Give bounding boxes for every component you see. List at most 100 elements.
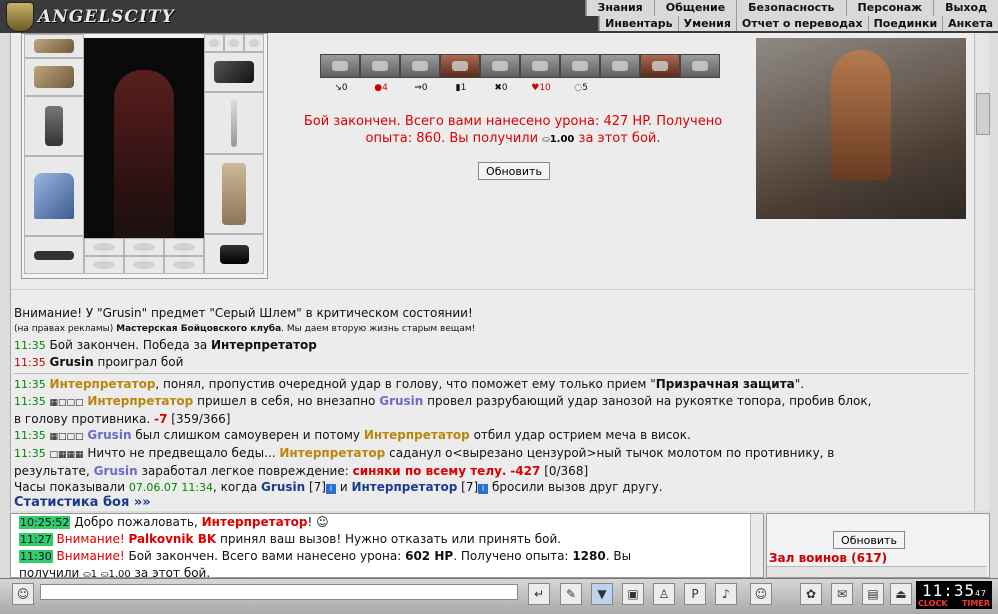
slot-empty-5[interactable]: [124, 256, 164, 274]
hero-figure: [84, 38, 204, 270]
stat-icon: [692, 61, 708, 71]
private-icon[interactable]: P: [684, 583, 706, 605]
slot-belt[interactable]: [24, 236, 84, 274]
ring-icon: [248, 38, 260, 48]
person-icon[interactable]: ♙: [653, 583, 675, 605]
stat-slot[interactable]: [400, 54, 440, 78]
slot-armor[interactable]: [24, 156, 84, 236]
log-line: в голову противника. -7 [359/366]: [14, 412, 231, 426]
chat-input[interactable]: [40, 584, 518, 600]
slot-gloves[interactable]: [204, 52, 264, 92]
stat-icon: [372, 61, 388, 71]
stat-slot[interactable]: [600, 54, 640, 78]
stat-slot[interactable]: [480, 54, 520, 78]
stat-slot[interactable]: [320, 54, 360, 78]
room-scrollbar[interactable]: [767, 566, 987, 577]
eraser-icon[interactable]: ✎: [560, 583, 582, 605]
count-5: ✖0: [494, 83, 508, 93]
stat-slot[interactable]: [360, 54, 400, 78]
send-icon[interactable]: ↵: [528, 583, 550, 605]
main-scrollbar[interactable]: [974, 33, 990, 511]
nav-exit[interactable]: Выход: [933, 0, 998, 16]
bag-icon[interactable]: ✿: [800, 583, 822, 605]
opponent-portrait: [756, 38, 966, 219]
slot-ring-1[interactable]: [204, 34, 224, 52]
info-icon[interactable]: i: [325, 484, 336, 494]
chat-scrollbar[interactable]: [750, 514, 763, 577]
battle-stats-link[interactable]: Статистика боя »»: [14, 495, 151, 510]
scroll-thumb[interactable]: [976, 93, 990, 135]
stat-slot[interactable]: [560, 54, 600, 78]
slot-pants[interactable]: [204, 154, 264, 234]
lock-icon[interactable]: ▤: [862, 583, 884, 605]
stat-icon: [652, 61, 668, 71]
count-1: ↘0: [334, 83, 348, 93]
slot-empty-3[interactable]: [164, 238, 204, 256]
hit-zone-icon: ▦□□□: [49, 432, 84, 442]
chat-line: 10:25:52 Добро пожаловать, Интерпретатор…: [19, 515, 329, 529]
chat-line: 11:30 Внимание! Бой закончен. Всего вами…: [19, 549, 632, 563]
chainmail-icon: [33, 172, 75, 220]
smiles-icon[interactable]: ☺: [750, 583, 772, 605]
empty-slot-icon: [172, 260, 196, 270]
slot-ring-3[interactable]: [244, 34, 264, 52]
slot-helmet[interactable]: [24, 34, 84, 58]
clock-time: 11:3547: [922, 581, 987, 600]
app-name: ANGELSCITY: [38, 7, 175, 27]
slot-empty-4[interactable]: [84, 256, 124, 274]
slot-bracers[interactable]: [24, 58, 84, 96]
slot-boots[interactable]: [204, 234, 264, 274]
nav-profile[interactable]: Анкета: [942, 16, 998, 31]
nav-skills[interactable]: Умения: [677, 16, 736, 31]
nav-duels[interactable]: Поединки: [867, 16, 943, 31]
stat-slot[interactable]: [680, 54, 720, 78]
divider: [11, 289, 975, 290]
nav-inventory[interactable]: Инвентарь: [599, 16, 677, 31]
log-line: Часы показывали 07.06.07 11:34, когда Gr…: [14, 480, 663, 494]
ring-icon: [228, 38, 240, 48]
slot-weapon[interactable]: [24, 96, 84, 156]
clock-label: CLOCK: [918, 599, 948, 608]
app-logo: ANGELSCITY: [6, 2, 176, 32]
battle-result: Бой закончен. Всего вами нанесено урона:…: [273, 113, 753, 149]
pants-icon: [222, 162, 246, 226]
stat-slot[interactable]: [440, 54, 480, 78]
slot-empty-6[interactable]: [164, 256, 204, 274]
result-line-1: Бой закончен. Всего вами нанесено урона:…: [303, 114, 723, 129]
nav-knowledge[interactable]: Знания: [585, 0, 654, 16]
count-7: ◌5: [574, 83, 588, 93]
inventory-panel: [21, 33, 268, 279]
room-refresh-button[interactable]: Обновить: [833, 531, 905, 549]
slot-empty-1[interactable]: [84, 238, 124, 256]
smile-icon: ☺: [316, 515, 329, 529]
chat-panel: 10:25:52 Добро пожаловать, Интерпретатор…: [10, 513, 764, 580]
warrior-icon: [831, 50, 891, 180]
slot-empty-2[interactable]: [124, 238, 164, 256]
exit-icon[interactable]: ⏏: [890, 583, 912, 605]
nav-communication[interactable]: Общение: [653, 0, 736, 16]
bottom-toolbar: ☺ ↵ ✎ ▼ ▣ ♙ P ♪ ☺ ✿ ✉ ▤ ⏏ 11:3547 CLOCK …: [0, 578, 998, 614]
chat-mode-icon[interactable]: ☺: [12, 583, 34, 605]
save-icon[interactable]: ▣: [622, 583, 644, 605]
stat-slot[interactable]: [640, 54, 680, 78]
nav-transfers[interactable]: Отчет о переводах: [735, 16, 868, 31]
slot-ring-2[interactable]: [224, 34, 244, 52]
room-name[interactable]: Зал воинов (617): [769, 551, 887, 565]
belt-icon: [33, 250, 75, 260]
count-2: ●4: [374, 83, 388, 93]
nav-character[interactable]: Персонаж: [845, 0, 934, 16]
refresh-button[interactable]: Обновить: [478, 162, 550, 180]
scroll-icon[interactable]: ✉: [831, 583, 853, 605]
nav-security[interactable]: Безопасность: [736, 0, 845, 16]
count-4: ▮1: [455, 83, 467, 93]
log-line: 11:35 Интерпретатор, понял, пропустив оч…: [14, 377, 805, 391]
slot-shield[interactable]: [204, 92, 264, 154]
stat-icon: [412, 61, 428, 71]
stat-icon: [612, 61, 628, 71]
sound-icon[interactable]: ♪: [715, 583, 737, 605]
filter-icon[interactable]: ▼: [591, 583, 613, 605]
bracers-icon: [33, 66, 75, 88]
log-line: 11:35 ▦□□□ Интерпретатор пришел в себя, …: [14, 394, 872, 408]
stat-slot[interactable]: [520, 54, 560, 78]
info-icon[interactable]: i: [478, 484, 489, 494]
